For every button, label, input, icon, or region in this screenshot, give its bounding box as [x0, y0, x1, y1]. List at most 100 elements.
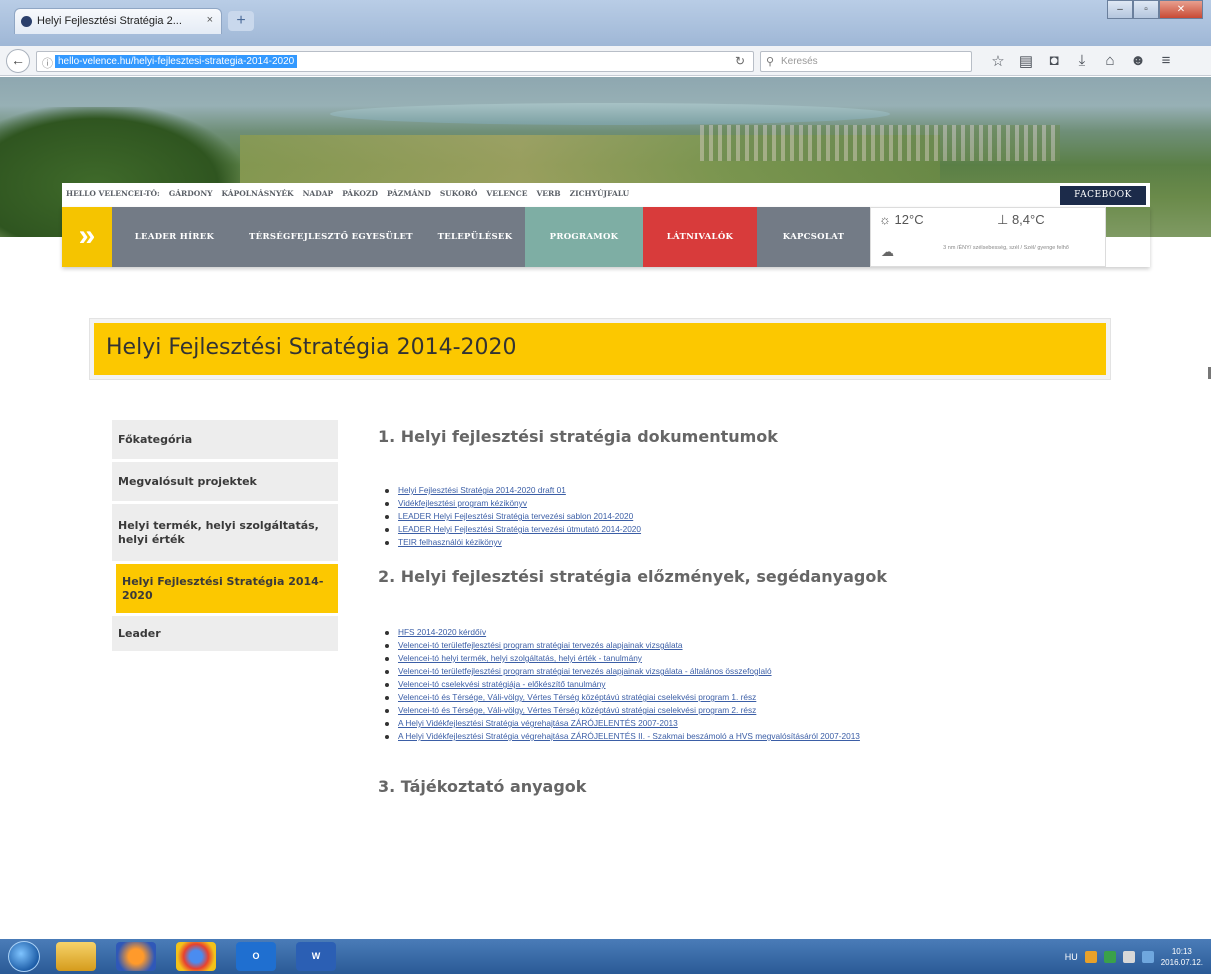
town-link[interactable]: GÁRDONY [169, 189, 213, 198]
pocket-icon[interactable]: ◘ [1040, 52, 1068, 70]
document-link[interactable]: TEIR felhasználói kézikönyv [378, 536, 1078, 549]
tab-close-icon[interactable]: × [207, 14, 213, 26]
document-link[interactable]: A Helyi Vidékfejlesztési Stratégia végre… [378, 717, 1078, 730]
wind-icon: ☁ [881, 244, 894, 259]
nav-programok[interactable]: PROGRAMOK [525, 207, 643, 267]
star-icon[interactable]: ☆ [984, 52, 1012, 70]
nav-latnivalok[interactable]: LÁTNIVALÓK [643, 207, 757, 267]
tray-app-icon[interactable] [1084, 950, 1097, 963]
word-icon[interactable]: W [296, 942, 336, 971]
url-bar[interactable]: ⓘ hello-velence.hu/helyi-fejlesztesi-str… [36, 51, 754, 72]
sun-icon: ☼ [879, 212, 891, 227]
towns-intro: HELLO VELENCEI-TÓ: [66, 189, 160, 198]
search-placeholder: Keresés [781, 56, 818, 67]
new-tab-button[interactable]: + [228, 11, 254, 31]
town-link[interactable]: VERB [536, 189, 560, 198]
main-navigation: » LEADER HÍREK TÉRSÉGFEJLESZTŐ EGYESÜLET… [62, 207, 1150, 267]
network-icon[interactable] [1122, 950, 1135, 963]
system-tray: HU 10:13 2016.07.12. [1065, 942, 1203, 971]
close-window-button[interactable]: ✕ [1159, 0, 1203, 19]
document-link[interactable]: Velencei-tó és Térsége, Váli-völgy, Vért… [378, 691, 1078, 704]
language-indicator[interactable]: HU [1065, 952, 1078, 962]
document-link[interactable]: A Helyi Vidékfejlesztési Stratégia végre… [378, 730, 1078, 743]
start-button[interactable] [8, 941, 40, 972]
clock[interactable]: 10:13 2016.07.12. [1161, 946, 1203, 968]
tray-app-icon[interactable] [1103, 950, 1116, 963]
town-link[interactable]: NADAP [303, 189, 334, 198]
tab-title: Helyi Fejlesztési Stratégia 2... [37, 15, 182, 27]
sidebar-item-label: Helyi Fejlesztési Stratégia 2014-2020 [122, 574, 324, 602]
town-link[interactable]: SUKORÓ [440, 189, 478, 198]
sidebar-item-helyi-termek[interactable]: Helyi termék, helyi szolgáltatás, helyi … [112, 504, 338, 564]
towns-bar: HELLO VELENCEI-TÓ: GÁRDONY KÁPOLNÁSNYÉK … [62, 183, 1150, 207]
town-link[interactable]: ZICHYÚJFALU [570, 189, 630, 198]
web-page: HELLO VELENCEI-TÓ: GÁRDONY KÁPOLNÁSNYÉK … [0, 77, 1211, 939]
os-taskbar: O W HU 10:13 2016.07.12. [0, 939, 1211, 974]
nav-telepulesek[interactable]: TELEPÜLÉSEK [425, 207, 525, 267]
nav-tersegfejleszto-egyesulet[interactable]: TÉRSÉGFEJLESZTŐ EGYESÜLET [237, 207, 425, 267]
url-text[interactable]: hello-velence.hu/helyi-fejlesztesi-strat… [55, 55, 298, 68]
air-temperature-value: 12°C [894, 212, 924, 227]
main-content: 1. Helyi fejlesztési stratégia dokumentu… [378, 423, 1078, 796]
download-icon[interactable]: ⤓ [1068, 52, 1096, 70]
document-link[interactable]: Vidékfejlesztési program kézikönyv [378, 497, 1078, 510]
clock-time: 10:13 [1171, 946, 1192, 956]
towns-list: HELLO VELENCEI-TÓ: GÁRDONY KÁPOLNÁSNYÉK … [66, 189, 629, 198]
info-icon[interactable]: ⓘ [42, 55, 53, 71]
document-link[interactable]: HFS 2014-2020 kérdőív [378, 626, 1078, 639]
document-link[interactable]: Velencei-tó területfejlesztési program s… [378, 639, 1078, 652]
document-link[interactable]: Velencei-tó cselekvési stratégiája - elő… [378, 678, 1078, 691]
outlook-icon[interactable]: O [236, 942, 276, 971]
maximize-button[interactable]: ▫ [1133, 0, 1159, 19]
town-link[interactable]: PÁKOZD [342, 189, 378, 198]
nav-kapcsolat[interactable]: KAPCSOLAT [757, 207, 870, 267]
document-link[interactable]: Velencei-tó helyi termék, helyi szolgált… [378, 652, 1078, 665]
town-link[interactable]: KÁPOLNÁSNYÉK [222, 189, 294, 198]
water-temperature-value: 8,4°C [1011, 212, 1045, 227]
sidebar-item-hfs-active[interactable]: Helyi Fejlesztési Stratégia 2014-2020 [112, 564, 338, 616]
weather-widget: ☼ 12°C ⊥ 8,4°C ☁ 3 nm /ÉNY/ szélsebesség… [870, 207, 1106, 267]
library-icon[interactable]: ▤ [1012, 52, 1040, 70]
section-heading: 1. Helyi fejlesztési stratégia dokumentu… [378, 427, 778, 446]
browser-navbar: ← ⓘ hello-velence.hu/helyi-fejlesztesi-s… [0, 46, 1211, 76]
reload-icon[interactable]: ↻ [735, 54, 745, 68]
volume-icon[interactable] [1141, 950, 1154, 963]
document-link[interactable]: Helyi Fejlesztési Stratégia 2014-2020 dr… [378, 484, 1078, 497]
back-button[interactable]: ← [6, 49, 30, 73]
water-temperature: ⊥ 8,4°C [997, 212, 1045, 228]
document-link[interactable]: Velencei-tó területfejlesztési program s… [378, 665, 1078, 678]
page-title: Helyi Fejlesztési Stratégia 2014-2020 [106, 335, 517, 360]
explorer-icon[interactable] [56, 942, 96, 971]
sidebar-item-label: Megvalósult projektek [118, 474, 257, 488]
document-link[interactable]: Velencei-tó és Térsége, Váli-völgy, Vért… [378, 704, 1078, 717]
search-input[interactable]: ⚲ Keresés [760, 51, 972, 72]
document-link[interactable]: LEADER Helyi Fejlesztési Stratégia terve… [378, 510, 1078, 523]
sidebar-item-fokategoria[interactable]: Főkategória [112, 420, 338, 462]
chrome-icon[interactable] [176, 942, 216, 971]
sidebar-item-label: Leader [118, 626, 161, 640]
sidebar: Főkategória Megvalósult projektek Helyi … [112, 420, 338, 654]
clock-date: 2016.07.12. [1160, 957, 1203, 967]
sidebar-item-label: Főkategória [118, 432, 193, 446]
browser-titlebar: Helyi Fejlesztési Stratégia 2... × + – ▫… [0, 0, 1211, 46]
town-link[interactable]: PÁZMÁND [387, 189, 431, 198]
browser-toolbar: ☆ ▤ ◘ ⤓ ⌂ ☻ ≡ [984, 52, 1180, 70]
window-controls: – ▫ ✕ [1107, 0, 1203, 20]
air-temperature: ☼ 12°C [879, 212, 924, 227]
sidebar-item-leader[interactable]: Leader [112, 616, 338, 654]
extension-icon[interactable]: ☻ [1124, 52, 1152, 70]
facebook-button[interactable]: FACEBOOK [1060, 186, 1146, 205]
nav-leader-hirek[interactable]: LEADER HÍREK [112, 207, 237, 267]
chevron-right-icon[interactable]: » [62, 207, 112, 267]
sidebar-item-megvalosult-projektek[interactable]: Megvalósult projektek [112, 462, 338, 504]
tab-favicon-icon [21, 16, 32, 27]
menu-icon[interactable]: ≡ [1152, 52, 1180, 70]
minimize-button[interactable]: – [1107, 0, 1133, 19]
page-title-banner: Helyi Fejlesztési Stratégia 2014-2020 [94, 323, 1106, 375]
firefox-icon[interactable] [116, 942, 156, 971]
browser-tab[interactable]: Helyi Fejlesztési Stratégia 2... × [14, 8, 222, 34]
document-link[interactable]: LEADER Helyi Fejlesztési Stratégia terve… [378, 523, 1078, 536]
town-link[interactable]: VELENCE [486, 189, 527, 198]
home-icon[interactable]: ⌂ [1096, 52, 1124, 70]
document-list: Helyi Fejlesztési Stratégia 2014-2020 dr… [378, 484, 1078, 549]
